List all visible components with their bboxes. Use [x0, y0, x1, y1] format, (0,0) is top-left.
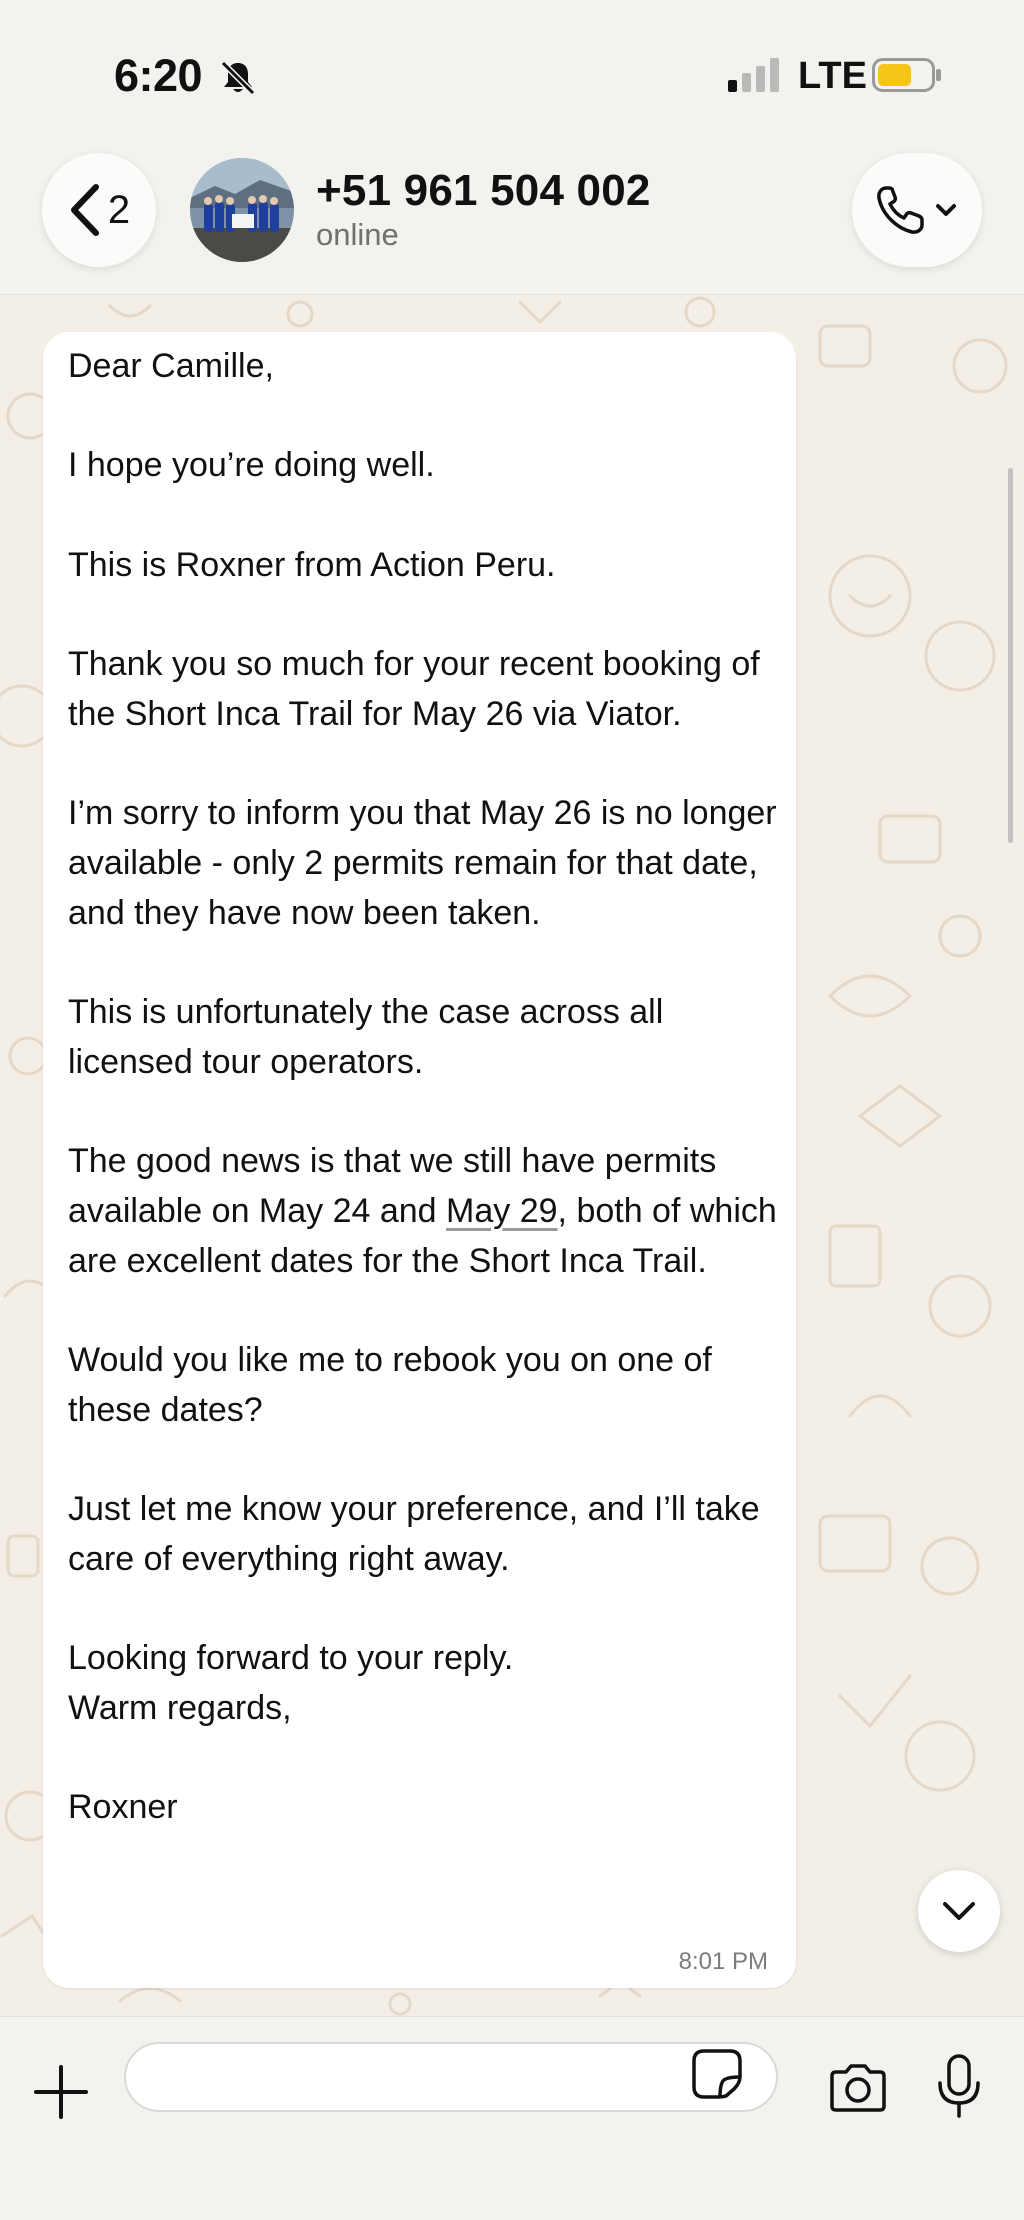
contact-name[interactable]: +51 961 504 002 [316, 166, 651, 216]
status-time: 6:20 [114, 50, 203, 101]
message-paragraph: Looking forward to your reply. Warm regar… [68, 1634, 778, 1733]
back-button[interactable]: 2 [42, 153, 156, 267]
message-paragraph: Just let me know your preference, and I’… [68, 1490, 760, 1578]
cellular-signal-icon [728, 58, 779, 92]
message-paragraph: I’m sorry to inform you that May 26 is n… [68, 794, 777, 932]
message-input-bar [0, 2016, 1024, 2220]
date-link[interactable]: May 29 [446, 1192, 558, 1230]
message-paragraph: This is Roxner from Action Peru. [68, 545, 556, 584]
chat-header: 6:20 LTE 2 +51 961 504 002 online [0, 0, 1024, 295]
battery-icon [872, 58, 941, 92]
chevron-down-icon [943, 1902, 975, 1920]
message-line: Warm regards, [68, 1688, 292, 1727]
bell-slash-icon [220, 60, 256, 96]
microphone-icon[interactable] [934, 2053, 984, 2119]
message-paragraph: Thank you so much for your recent bookin… [68, 645, 760, 733]
scrollbar-thumb[interactable] [1008, 468, 1013, 843]
message-timestamp: 8:01 PM [678, 1948, 768, 1975]
scroll-to-bottom-button[interactable] [918, 1870, 1000, 1952]
contact-avatar[interactable] [190, 158, 294, 262]
unread-count: 2 [107, 187, 131, 232]
camera-icon[interactable] [826, 2062, 890, 2114]
phone-icon [877, 186, 956, 234]
avatar-photo [190, 158, 294, 262]
chevron-left-icon [70, 184, 99, 236]
chat-area[interactable]: Dear Camille, I hope you’re doing well. … [0, 296, 1024, 2016]
sticker-icon[interactable] [690, 2047, 744, 2101]
plus-icon[interactable] [32, 2063, 90, 2121]
message-paragraph: The good news is that we still have perm… [68, 1137, 778, 1286]
message-paragraph: I hope you’re doing well. [68, 446, 435, 485]
call-button[interactable] [852, 153, 982, 267]
message-text: Dear Camille, I hope you’re doing well. … [68, 342, 778, 1833]
message-bubble[interactable]: Dear Camille, I hope you’re doing well. … [43, 332, 796, 1988]
message-signature: Roxner [68, 1788, 178, 1827]
message-line: Looking forward to your reply. [68, 1639, 514, 1678]
message-paragraph: This is unfortunately the case across al… [68, 993, 664, 1081]
message-input[interactable] [124, 2042, 778, 2112]
contact-status: online [316, 217, 399, 252]
message-paragraph: Dear Camille, [68, 347, 274, 385]
message-paragraph: Would you like me to rebook you on one o… [68, 1340, 712, 1429]
network-type: LTE [798, 55, 867, 97]
